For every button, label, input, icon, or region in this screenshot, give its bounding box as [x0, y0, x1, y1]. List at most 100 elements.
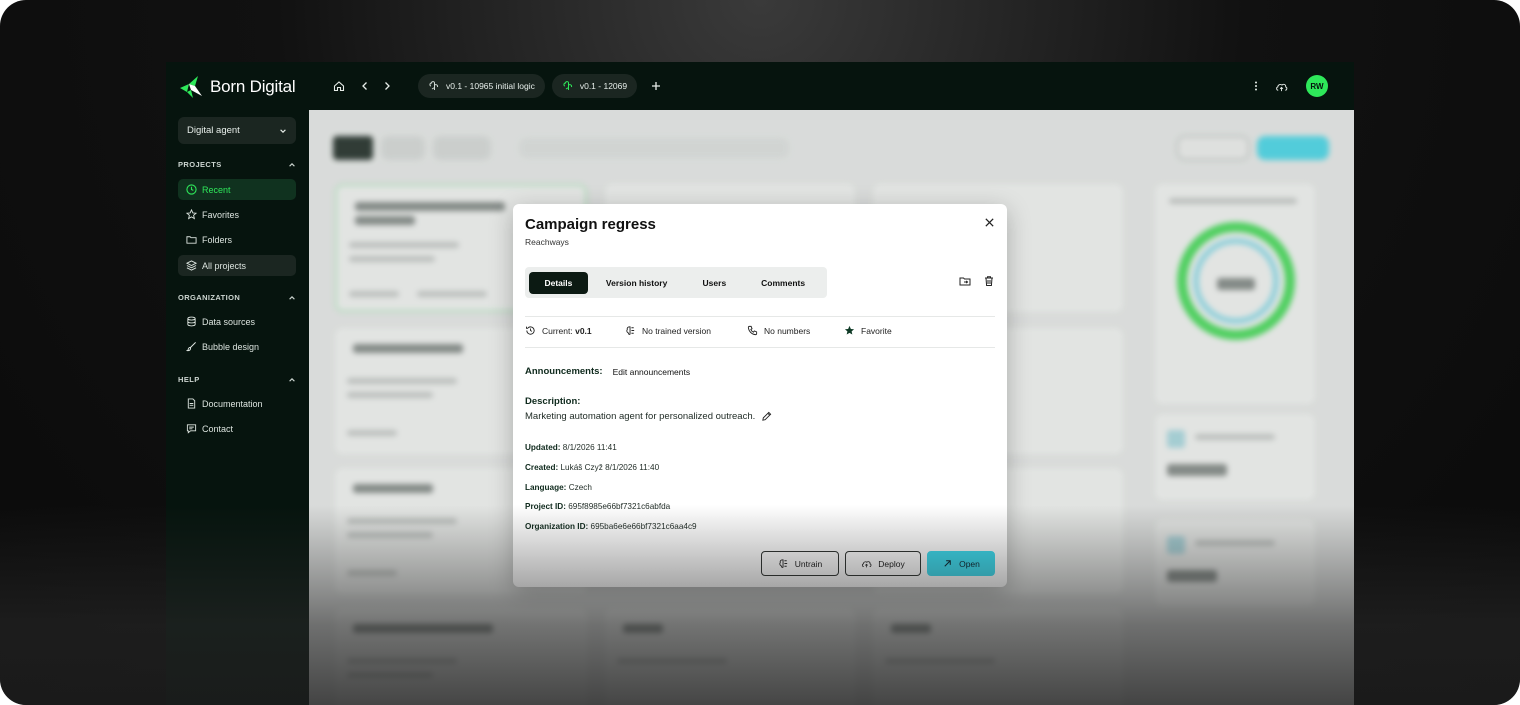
- chevron-up-icon: [289, 162, 295, 167]
- phone-icon: [747, 325, 758, 336]
- document-icon: [187, 398, 196, 409]
- chevron-up-icon: [289, 377, 295, 382]
- modal-title: Campaign regress: [525, 216, 656, 233]
- more-vertical-icon[interactable]: [1250, 80, 1262, 92]
- chat-icon: [186, 424, 197, 434]
- project-details-modal: Campaign regress Reachways Details Versi…: [513, 204, 1007, 587]
- plus-icon[interactable]: [650, 80, 662, 92]
- untrain-button[interactable]: Untrain: [761, 551, 839, 576]
- project-tab-label: v0.1 - 12069: [579, 81, 628, 91]
- deploy-button[interactable]: Deploy: [845, 551, 921, 576]
- sidebar-item-contact[interactable]: Contact: [178, 418, 296, 439]
- edit-announcements-link[interactable]: Edit announcements: [613, 367, 691, 377]
- field-organization-id: Organization ID: 695ba6e6e66bf7321c6aa4c…: [525, 522, 697, 531]
- field-language: Language: Czech: [525, 483, 592, 492]
- sidebar-item-bubble-design[interactable]: Bubble design: [178, 336, 296, 357]
- forward-arrow-icon[interactable]: [381, 80, 393, 92]
- project-tab-1[interactable]: v0.1 - 10965 initial logic: [418, 74, 545, 98]
- current-version-value: v0.1: [575, 325, 592, 336]
- star-filled-icon: [844, 325, 855, 335]
- screen-frame: Born Digital Digital agent PROJECTS Rece…: [0, 0, 1520, 705]
- sidebar: Born Digital Digital agent PROJECTS Rece…: [166, 62, 309, 705]
- clock-icon: [186, 184, 197, 195]
- announcements-label: Announcements:: [525, 366, 603, 377]
- description-label: Description:: [525, 396, 581, 407]
- section-title: PROJECTS: [178, 160, 222, 169]
- brand-name: Born Digital: [210, 77, 296, 96]
- star-icon: [186, 209, 197, 220]
- modal-actions: [959, 275, 995, 287]
- arrow-up-right-icon: [944, 560, 951, 567]
- numbers-status-text: No numbers: [764, 325, 811, 336]
- sidebar-item-label: Data sources: [202, 316, 256, 327]
- chevron-down-icon: [280, 128, 286, 133]
- brain-icon: [779, 559, 787, 568]
- home-icon[interactable]: [333, 80, 345, 92]
- divider: [525, 316, 995, 317]
- open-button[interactable]: Open: [927, 551, 995, 576]
- section-title: ORGANIZATION: [178, 293, 241, 302]
- section-help[interactable]: HELP: [178, 375, 296, 384]
- move-to-folder-icon[interactable]: [959, 275, 971, 287]
- sidebar-item-label: Contact: [202, 423, 234, 434]
- sidebar-item-folders[interactable]: Folders: [178, 229, 296, 250]
- trained-status-text: No trained version: [642, 325, 711, 336]
- brand-logo[interactable]: Born Digital: [178, 74, 296, 100]
- field-updated: Updated: 8/1/2026 11:41: [525, 443, 617, 452]
- cloud-upload-icon: [862, 561, 872, 568]
- tab-details[interactable]: Details: [529, 271, 588, 294]
- born-digital-logo-icon: [180, 76, 202, 98]
- current-version: Current: v0.1: [525, 325, 625, 336]
- sidebar-item-label: Recent: [202, 184, 231, 195]
- project-tab-label: v0.1 - 10965 initial logic: [446, 81, 535, 91]
- layers-icon: [186, 260, 197, 271]
- sidebar-item-label: Folders: [202, 234, 233, 245]
- history-icon: [526, 326, 535, 335]
- project-meta-row: Current: v0.1 No trained version No numb…: [525, 325, 995, 336]
- sidebar-item-documentation[interactable]: Documentation: [178, 393, 296, 414]
- description-text: Marketing automation agent for personali…: [525, 411, 756, 422]
- sidebar-item-label: All projects: [202, 260, 247, 271]
- tab-comments[interactable]: Comments: [743, 272, 823, 294]
- agent-select-value: Digital agent: [187, 125, 240, 136]
- field-created: Created: Lukáš Czyž 8/1/2026 11:40: [525, 463, 660, 472]
- trained-status: No trained version: [625, 325, 747, 336]
- folder-icon: [186, 236, 197, 244]
- field-project-id: Project ID: 695f8985e66bf7321c6abfda: [525, 502, 671, 511]
- brush-icon: [186, 342, 196, 352]
- trash-icon[interactable]: [983, 275, 995, 287]
- chevron-up-icon: [289, 295, 295, 300]
- agent-select[interactable]: Digital agent: [178, 117, 296, 144]
- section-organization[interactable]: ORGANIZATION: [178, 293, 296, 302]
- section-projects[interactable]: PROJECTS: [178, 160, 296, 169]
- description-row: Marketing automation agent for personali…: [525, 411, 772, 422]
- sidebar-item-label: Favorites: [202, 209, 240, 220]
- modal-subtitle: Reachways: [525, 237, 569, 247]
- sidebar-item-data-sources[interactable]: Data sources: [178, 311, 296, 332]
- sidebar-item-label: Documentation: [202, 398, 263, 409]
- topbar: v0.1 - 10965 initial logic v0.1 - 12069 …: [309, 62, 1354, 110]
- cloud-upload-icon[interactable]: [1275, 80, 1288, 93]
- brain-icon: [626, 326, 635, 335]
- modal-tabs: Details Version history Users Comments: [525, 267, 827, 298]
- pencil-icon[interactable]: [761, 411, 772, 422]
- favorite-toggle[interactable]: Favorite: [844, 325, 892, 336]
- numbers-status: No numbers: [747, 325, 844, 336]
- tab-version-history[interactable]: Version history: [588, 272, 686, 294]
- brain-branch-icon: [429, 81, 439, 90]
- brain-branch-icon: [563, 81, 572, 90]
- close-icon[interactable]: [984, 217, 995, 228]
- tab-users[interactable]: Users: [685, 272, 743, 294]
- project-tab-2[interactable]: v0.1 - 12069: [551, 74, 638, 98]
- back-arrow-icon[interactable]: [359, 80, 371, 92]
- sidebar-item-all-projects[interactable]: All projects: [178, 255, 296, 276]
- sidebar-item-label: Bubble design: [202, 341, 260, 352]
- user-avatar[interactable]: RW: [1306, 75, 1328, 97]
- sidebar-item-recent[interactable]: Recent: [178, 179, 296, 200]
- current-version-label: Current:: [542, 325, 573, 336]
- favorite-text: Favorite: [861, 325, 892, 336]
- section-title: HELP: [178, 375, 200, 384]
- announcements-row: Announcements: Edit announcements: [525, 366, 690, 377]
- sidebar-item-favorites[interactable]: Favorites: [178, 204, 296, 225]
- database-icon: [187, 316, 196, 327]
